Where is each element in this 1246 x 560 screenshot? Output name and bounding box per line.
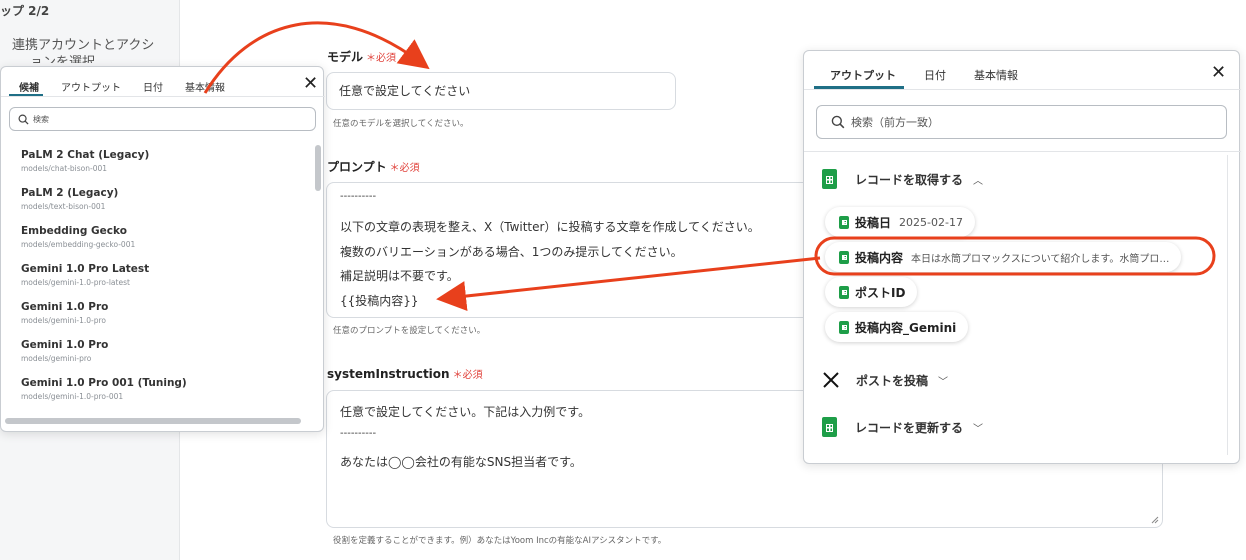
annotation-arrow-icon — [203, 21, 430, 94]
highlight-ring — [814, 236, 1216, 276]
annotation-arrow-icon — [436, 256, 821, 311]
annotation-overlay — [203, 21, 1216, 311]
